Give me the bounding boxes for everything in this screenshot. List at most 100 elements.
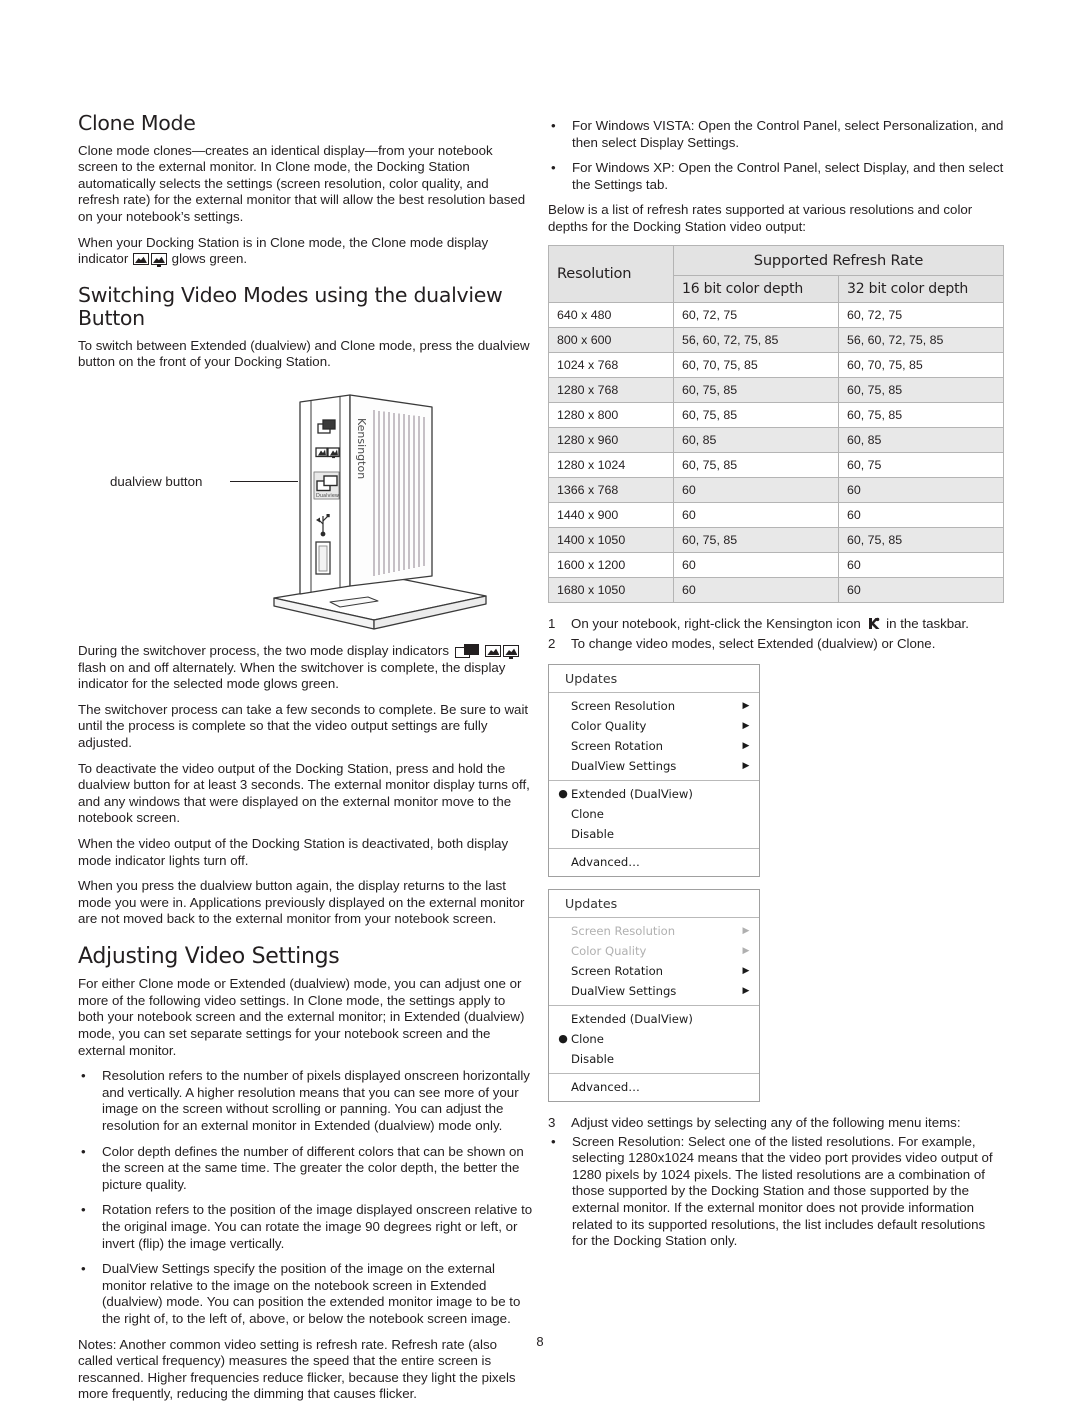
menu-item-color-quality: Color Quality ▶ — [549, 941, 759, 961]
bullet-marker: • — [551, 1133, 556, 1149]
document-page: Clone Mode Clone mode clones—creates an … — [0, 0, 1080, 1401]
step-number: 2 — [548, 635, 556, 651]
video-setting-bullet: • DualView Settings specify the position… — [78, 1261, 533, 1327]
menu-item-extended-dualview[interactable]: ● Extended (DualView) — [549, 784, 759, 804]
menu-item-label: Clone — [571, 1031, 604, 1046]
chevron-right-icon: ▶ — [742, 700, 750, 711]
clone-mode-paragraph-2: When your Docking Station is in Clone mo… — [78, 235, 533, 268]
menu-mode-group: ● Extended (DualView) Clone Disable — [549, 781, 759, 848]
step-number: 3 — [548, 1114, 556, 1130]
bullet-text: Rotation refers to the position of the i… — [102, 1202, 533, 1251]
refresh-rate-table-wrapper: Resolution Supported Refresh Rate 16 bit… — [548, 244, 1004, 603]
menu-item-clone[interactable]: Clone — [549, 804, 759, 824]
wait-paragraph: The switchover process can take a few se… — [78, 701, 529, 750]
cell-16bit: 60 — [673, 501, 839, 528]
menu-item-label: Extended (DualView) — [571, 786, 693, 801]
menu-title: Updates — [565, 670, 618, 686]
chevron-right-icon: ▶ — [742, 740, 750, 751]
menu-item-label: DualView Settings — [571, 758, 677, 773]
menu-item-screen-rotation[interactable]: Screen Rotation ▶ — [549, 736, 759, 756]
cell-resolution: 800 x 600 — [548, 326, 674, 353]
dualview-button-text: Dualview — [316, 493, 339, 499]
cell-resolution: 1280 x 1024 — [548, 451, 674, 478]
cell-16bit: 60, 75, 85 — [673, 526, 839, 553]
cell-resolution: 1600 x 1200 — [548, 551, 674, 578]
table-row: 1280 x 800 60, 75, 85 60, 75, 85 — [548, 401, 1004, 428]
refresh-rate-intro: Below is a list of refresh rates support… — [548, 202, 973, 234]
table-row: 1280 x 768 60, 75, 85 60, 75, 85 — [548, 376, 1004, 403]
bullet-marker: • — [81, 1202, 86, 1218]
table-row: 1680 x 1050 60 60 — [548, 576, 1004, 603]
menu-radio-selected-icon: ● — [558, 1032, 568, 1046]
bullet-text: DualView Settings specify the position o… — [102, 1261, 521, 1326]
adjusting-intro-paragraph: For either Clone mode or Extended (dualv… — [78, 976, 525, 1058]
menu-item-label: Advanced… — [571, 854, 640, 869]
bullet-text: Screen Resolution: Select one of the lis… — [572, 1133, 993, 1249]
switchover-paragraph: During the switchover process, the two m… — [78, 643, 533, 693]
menu-item-disable[interactable]: Disable — [549, 1049, 759, 1069]
menu-item-label: Color Quality — [571, 943, 647, 958]
menu-title: Updates — [565, 895, 618, 911]
step-text: Adjust video settings by selecting any o… — [571, 1114, 961, 1130]
menu-item-label: Screen Resolution — [571, 698, 676, 713]
clone-indicator-icon-b — [150, 253, 167, 268]
cell-resolution: 1400 x 1050 — [548, 526, 674, 553]
menu-item-color-quality[interactable]: Color Quality ▶ — [549, 716, 759, 736]
context-menu-extended[interactable]: Updates Screen Resolution ▶ Color Qualit… — [548, 663, 760, 877]
kensington-icon — [869, 617, 880, 629]
context-menu-clone[interactable]: Updates Screen Resolution ▶ Color Qualit… — [548, 888, 760, 1102]
step-text: On your notebook, right-click the Kensin… — [571, 615, 1004, 632]
press-again-paragraph: When you press the dualview button again… — [78, 878, 525, 927]
menu-mode-group: Extended (DualView) ● Clone Disable — [549, 1006, 759, 1073]
cell-32bit: 60, 75, 85 — [838, 401, 1004, 428]
menu-item-label: Screen Resolution — [571, 923, 676, 938]
video-setting-bullet: • Color depth defines the number of diff… — [78, 1144, 533, 1194]
cell-32bit: 60, 85 — [838, 426, 1004, 453]
cell-32bit: 60 — [838, 576, 1004, 603]
cell-resolution: 1024 x 768 — [548, 351, 674, 378]
step-text-b: in the taskbar. — [886, 615, 969, 631]
cell-resolution: 1366 x 768 — [548, 476, 674, 503]
table-row: 1440 x 900 60 60 — [548, 501, 1004, 528]
menu-item-extended-dualview[interactable]: Extended (DualView) — [549, 1009, 759, 1029]
menu-item-advanced[interactable]: Advanced… — [549, 852, 759, 872]
menu-submenu-group: Screen Resolution ▶ Color Quality ▶ Scre… — [549, 693, 759, 780]
menu-item-advanced[interactable]: Advanced… — [549, 1077, 759, 1097]
dualview-button-callout-label: dualview button — [110, 474, 203, 490]
menu-item-clone[interactable]: ● Clone — [549, 1029, 759, 1049]
table-row: 1280 x 960 60, 85 60, 85 — [548, 426, 1004, 453]
cell-32bit: 60, 70, 75, 85 — [838, 351, 1004, 378]
table-header-row-1: Resolution Supported Refresh Rate — [548, 244, 1004, 303]
menu-item-dualview-settings[interactable]: DualView Settings ▶ — [549, 981, 759, 1001]
bullet-marker: • — [81, 1068, 86, 1084]
os-instruction-bullet: • For Windows XP: Open the Control Panel… — [548, 160, 1004, 193]
header-resolution: Resolution — [548, 244, 674, 303]
deactivate-paragraph: To deactivate the video output of the Do… — [78, 760, 530, 826]
docking-station-illustration: Dualview Kensington — [273, 394, 487, 630]
cell-resolution: 1680 x 1050 — [548, 576, 674, 603]
table-row: 640 x 480 60, 72, 75 60, 72, 75 — [548, 301, 1004, 328]
cell-16bit: 60, 85 — [673, 426, 839, 453]
numbered-step: 2 To change video modes, select Extended… — [548, 635, 1004, 652]
page-number: 8 — [536, 1334, 544, 1349]
menu-item-label: Disable — [571, 826, 615, 841]
clone-mode-paragraph-2-part-b: glows green. — [171, 251, 248, 267]
menu-item-label: Clone — [571, 806, 604, 821]
chevron-right-icon: ▶ — [742, 965, 750, 976]
chevron-right-icon: ▶ — [742, 720, 750, 731]
table-row: 1600 x 1200 60 60 — [548, 551, 1004, 578]
cell-resolution: 1280 x 768 — [548, 376, 674, 403]
chevron-right-icon: ▶ — [742, 985, 750, 996]
menu-item-screen-resolution[interactable]: Screen Resolution ▶ — [549, 696, 759, 716]
menu-item-disable[interactable]: Disable — [549, 824, 759, 844]
menu-item-label: Color Quality — [571, 718, 647, 733]
extended-indicator-inline-icon — [454, 644, 479, 659]
cell-32bit: 60, 72, 75 — [838, 301, 1004, 328]
step-text-a: On your notebook, right-click the Kensin… — [571, 615, 861, 631]
numbered-step: 1 On your notebook, right-click the Kens… — [548, 615, 1004, 632]
cell-16bit: 60, 72, 75 — [673, 301, 839, 328]
menu-item-dualview-settings[interactable]: DualView Settings ▶ — [549, 756, 759, 776]
menu-item-screen-rotation[interactable]: Screen Rotation ▶ — [549, 961, 759, 981]
video-setting-bullet: • Rotation refers to the position of the… — [78, 1202, 533, 1252]
switchover-text-b: flash on and off alternately. When the s… — [78, 659, 506, 692]
